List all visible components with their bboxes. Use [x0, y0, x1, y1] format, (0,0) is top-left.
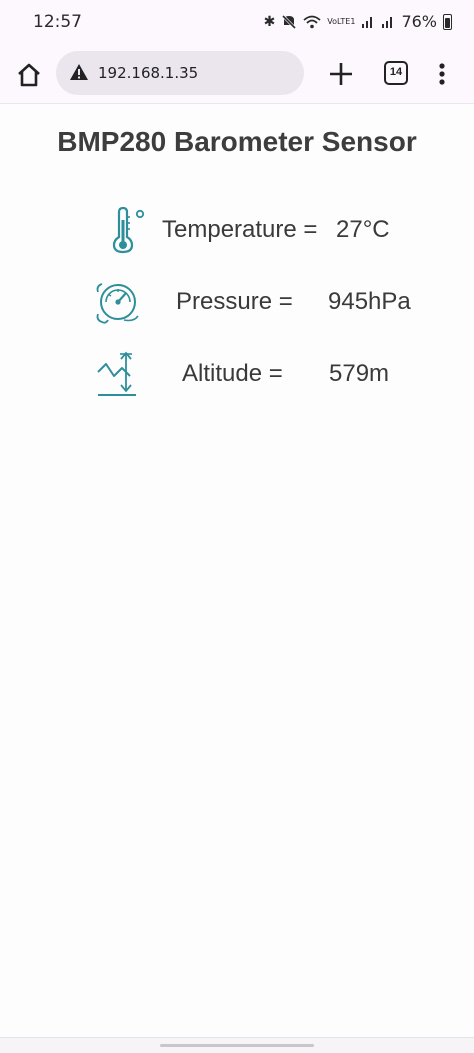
battery-icon [443, 13, 452, 30]
volte-icon: VoLTE1 [327, 16, 356, 26]
plus-icon[interactable] [327, 60, 355, 88]
tabs-icon[interactable]: 14 [384, 61, 408, 85]
status-time: 12:57 [33, 12, 82, 32]
browser-toolbar: 192.168.1.35 14 [0, 46, 474, 104]
more-vert-icon[interactable] [430, 60, 454, 88]
temperature-value: 27°C [336, 216, 390, 243]
signal-icon [382, 16, 393, 28]
home-icon[interactable] [14, 60, 44, 90]
gesture-handle[interactable] [160, 1044, 314, 1047]
page-title: BMP280 Barometer Sensor [57, 126, 417, 157]
reading-row-pressure: Pressure = 945hPa [0, 272, 474, 332]
altitude-value: 579m [329, 360, 390, 387]
wifi-icon [303, 15, 321, 28]
thermometer-icon [112, 206, 145, 254]
reading-row-temperature: Temperature = 27°C [0, 200, 474, 260]
pressure-label: Pressure = [176, 288, 293, 315]
mute-icon [282, 14, 297, 29]
warning-icon[interactable] [69, 63, 89, 81]
gauge-icon [96, 283, 139, 324]
battery-percent: 76% [401, 12, 437, 31]
status-icons: ✱ VoLTE1 76% [264, 12, 452, 31]
address-bar[interactable]: 192.168.1.35 [56, 51, 304, 95]
temperature-label: Temperature = [162, 216, 318, 243]
status-bar: 12:57 ✱ VoLTE1 76% [0, 0, 474, 46]
pressure-value: 945hPa [328, 288, 411, 315]
battery-fill [445, 18, 450, 28]
bluetooth-icon: ✱ [263, 13, 276, 30]
altitude-label: Altitude = [182, 360, 283, 387]
url-text[interactable]: 192.168.1.35 [98, 64, 198, 82]
gesture-bar [0, 1037, 474, 1053]
signal-icon [362, 16, 373, 28]
altitude-icon [97, 351, 136, 396]
reading-row-altitude: Altitude = 579m [0, 344, 474, 404]
screen: 12:57 ✱ VoLTE1 76% 192.168.1.35 14 BMP28… [0, 0, 474, 1053]
